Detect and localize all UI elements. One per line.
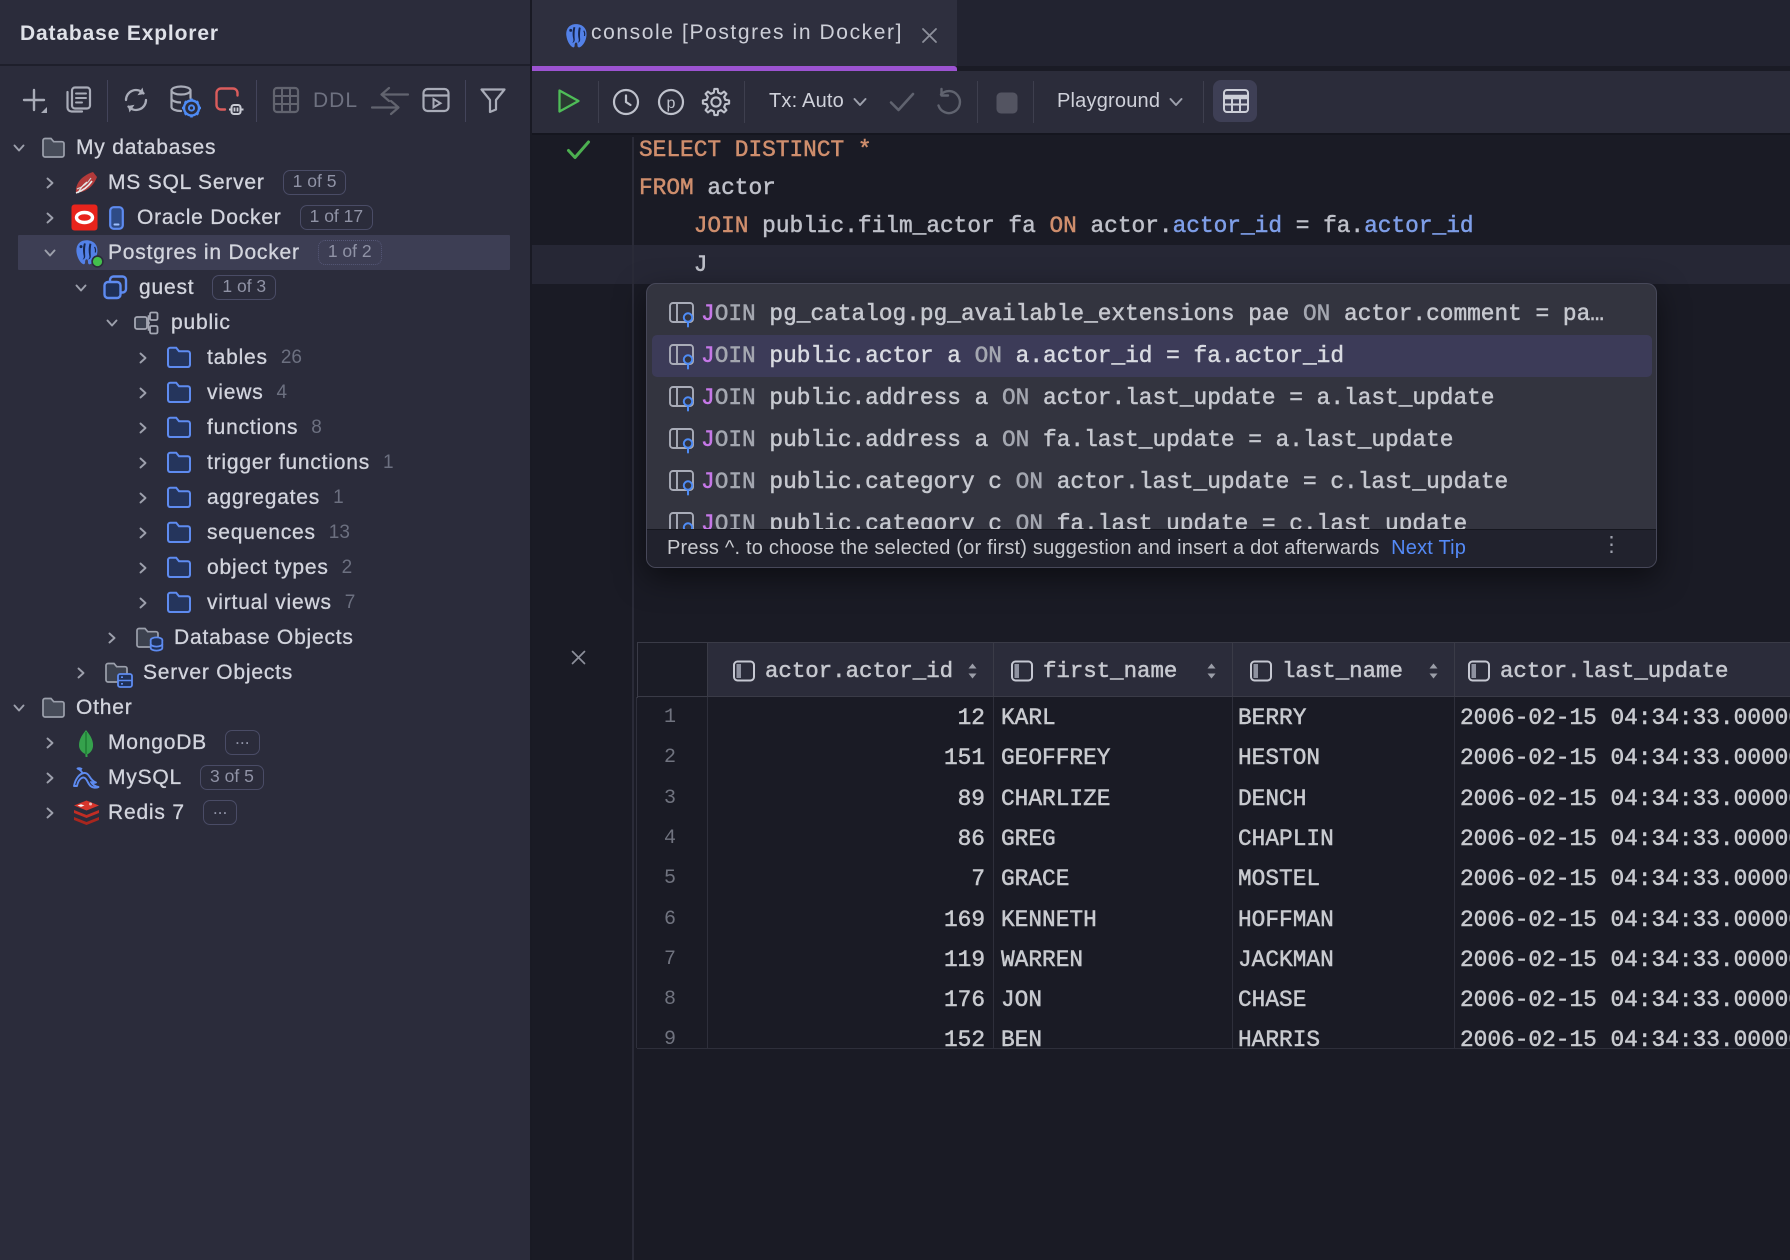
svg-text:p: p — [667, 95, 676, 112]
